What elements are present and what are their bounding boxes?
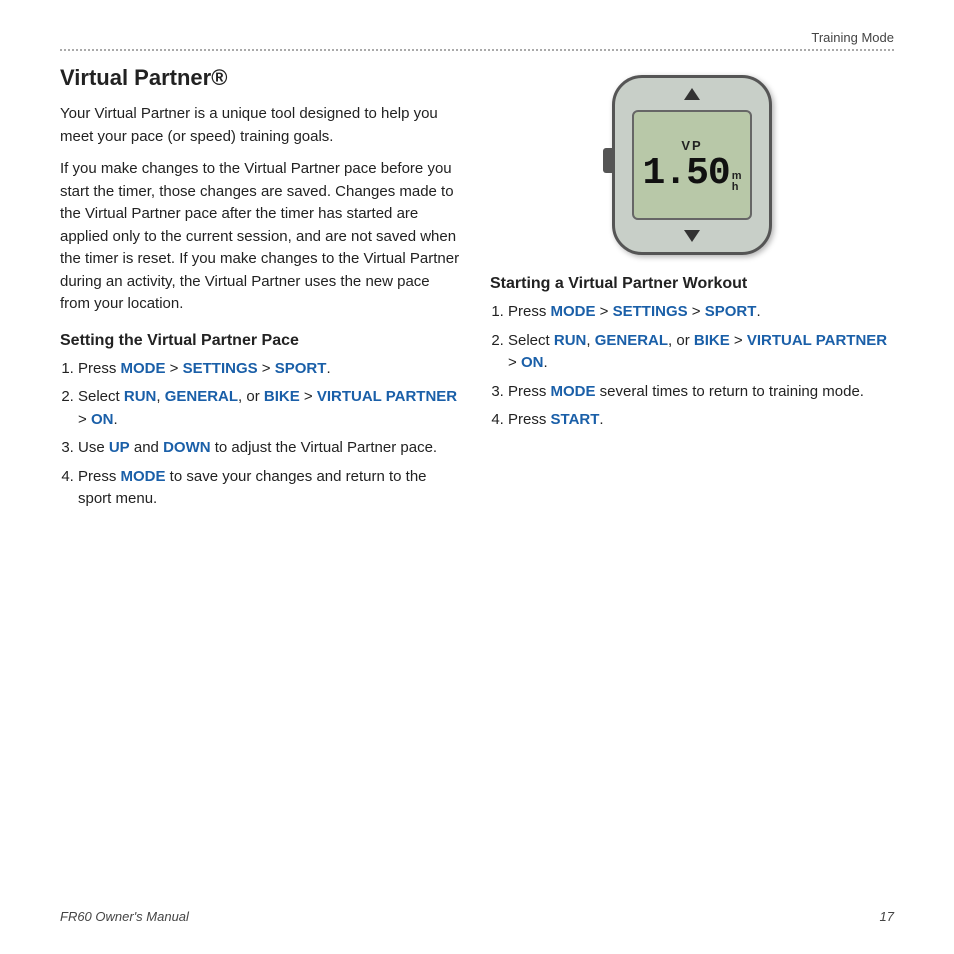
step2-vp: VIRTUAL PARTNER xyxy=(317,388,457,405)
list-item: Press MODE > SETTINGS > SPORT. xyxy=(78,358,460,381)
left-column: Virtual Partner® Your Virtual Partner is… xyxy=(60,65,460,521)
s2-step2-vp: VIRTUAL PARTNER xyxy=(747,332,887,349)
s2-step2-run: RUN xyxy=(554,332,587,349)
step4-mode: MODE xyxy=(121,468,166,485)
device-image-container: VP 1.50 mh xyxy=(490,75,894,255)
step1-settings: SETTINGS xyxy=(183,360,258,377)
list-item: Select RUN, GENERAL, or BIKE > VIRTUAL P… xyxy=(78,386,460,431)
footer-page: 17 xyxy=(880,909,894,924)
main-content: Virtual Partner® Your Virtual Partner is… xyxy=(60,65,894,521)
section1-heading: Setting the Virtual Partner Pace xyxy=(60,332,460,350)
footer: FR60 Owner's Manual 17 xyxy=(60,909,894,924)
screen-vp-label: VP xyxy=(681,138,702,153)
screen-unit: mh xyxy=(732,171,742,193)
screen-number: 1.50 xyxy=(643,155,730,193)
s2-step2-bike: BIKE xyxy=(694,332,730,349)
list-item: Press START. xyxy=(508,409,894,432)
step1-mode: MODE xyxy=(121,360,166,377)
header-training-mode: Training Mode xyxy=(60,30,894,45)
list-item: Use UP and DOWN to adjust the Virtual Pa… xyxy=(78,437,460,460)
step2-bike: BIKE xyxy=(264,388,300,405)
device-screen-inner: VP 1.50 mh xyxy=(632,110,752,220)
top-divider xyxy=(60,49,894,51)
step2-run: RUN xyxy=(124,388,157,405)
device-illustration: VP 1.50 mh xyxy=(612,75,772,255)
s2-step2-on: ON xyxy=(521,354,544,371)
training-mode-label: Training Mode xyxy=(811,30,894,45)
section2-heading: Starting a Virtual Partner Workout xyxy=(490,275,894,293)
intro-paragraph-2: If you make changes to the Virtual Partn… xyxy=(60,158,460,316)
intro-paragraph-1: Your Virtual Partner is a unique tool de… xyxy=(60,103,460,148)
s2-step4-start: START xyxy=(551,411,600,428)
right-column: VP 1.50 mh Starting a Virtual Partner Wo… xyxy=(490,65,894,521)
list-item: Press MODE to save your changes and retu… xyxy=(78,466,460,511)
list-item: Press MODE > SETTINGS > SPORT. xyxy=(508,301,894,324)
step2-on: ON xyxy=(91,411,114,428)
step3-up: UP xyxy=(109,439,130,456)
s2-step3-mode: MODE xyxy=(551,383,596,400)
page: Training Mode Virtual Partner® Your Virt… xyxy=(0,0,954,954)
s2-step1-settings: SETTINGS xyxy=(613,303,688,320)
page-title: Virtual Partner® xyxy=(60,65,460,91)
footer-manual: FR60 Owner's Manual xyxy=(60,909,189,924)
screen-data-row: 1.50 mh xyxy=(643,155,742,193)
step1-sport: SPORT xyxy=(275,360,327,377)
section1-steps: Press MODE > SETTINGS > SPORT. Select RU… xyxy=(78,358,460,511)
step2-general: GENERAL xyxy=(165,388,238,405)
s2-step1-sport: SPORT xyxy=(705,303,757,320)
step3-down: DOWN xyxy=(163,439,211,456)
section2-steps: Press MODE > SETTINGS > SPORT. Select RU… xyxy=(508,301,894,432)
s2-step2-general: GENERAL xyxy=(595,332,668,349)
list-item: Press MODE several times to return to tr… xyxy=(508,381,894,404)
list-item: Select RUN, GENERAL, or BIKE > VIRTUAL P… xyxy=(508,330,894,375)
s2-step1-mode: MODE xyxy=(551,303,596,320)
device-side-button xyxy=(603,148,613,173)
